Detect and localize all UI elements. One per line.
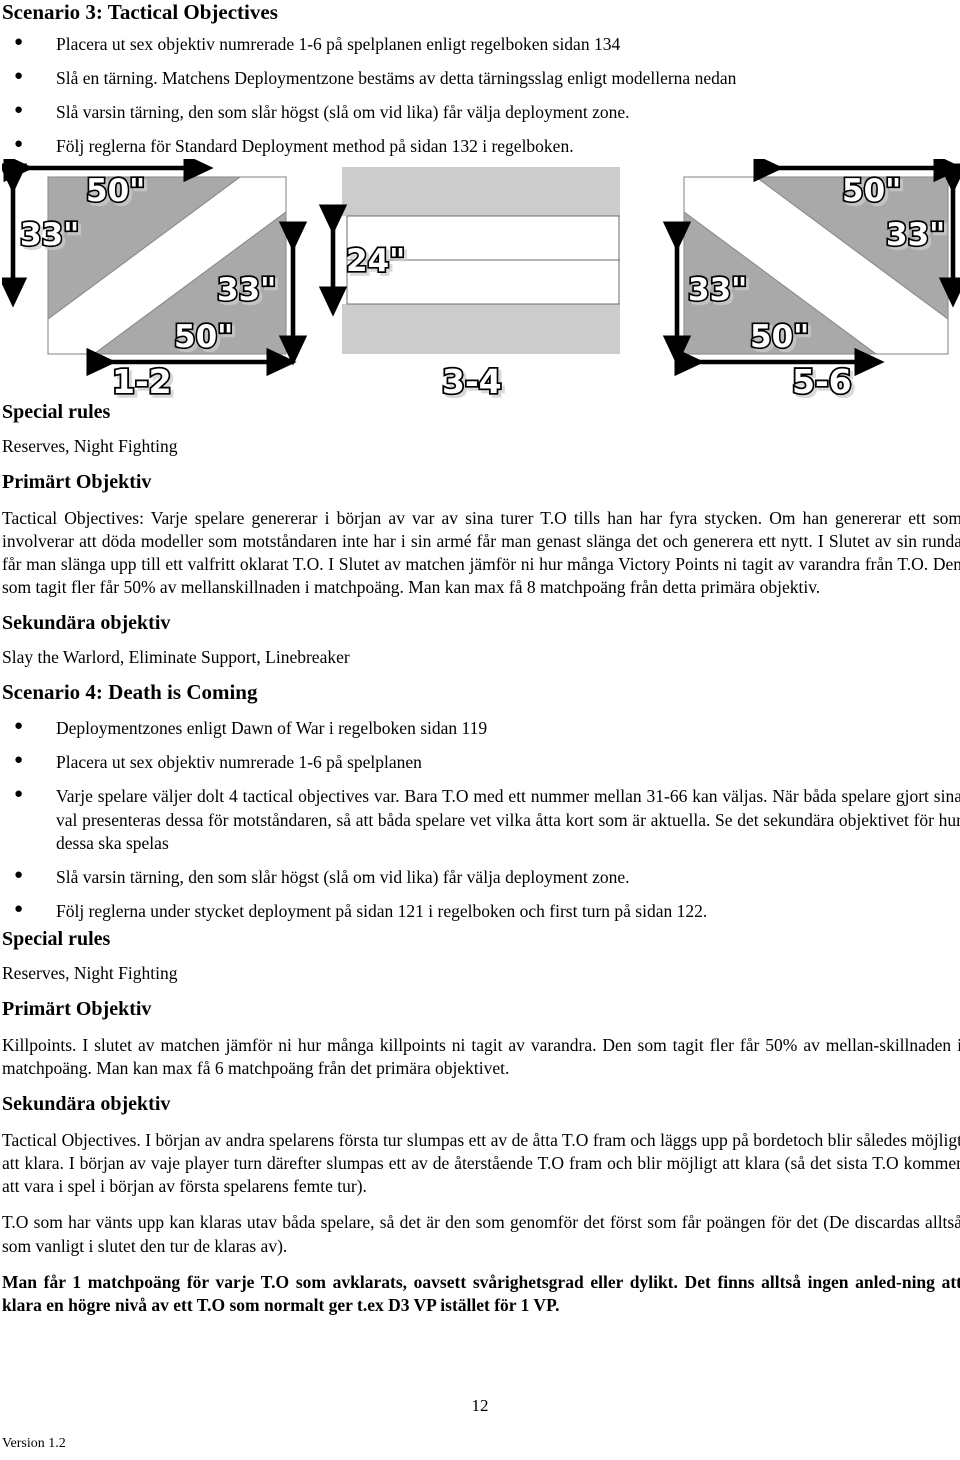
deployment-zone-diagrams: 50" 33" 33" 50" 1-2 24" 3-4 50" 33" 33" … <box>2 158 960 401</box>
list-item-label: Placera ut sex objektiv numrerade 1-6 på… <box>56 34 621 55</box>
bullet-icon: ● <box>14 786 24 803</box>
document-content: Scenario 3: Tactical Objectives ● Placer… <box>0 0 960 1317</box>
version-label: Version 1.2 <box>2 1436 66 1451</box>
dimension-label-left-height: 33" <box>688 272 747 308</box>
list-item-label: Slå varsin tärning, den som slår högst (… <box>56 866 630 887</box>
scenario4-heading: Scenario 4: Death is Coming <box>2 680 258 705</box>
page-number: 12 <box>471 1396 489 1415</box>
scenario3-heading: Scenario 3: Tactical Objectives <box>2 0 278 24</box>
bullet-icon: ● <box>14 866 24 883</box>
list-item: ● Följ reglerna för Standard Deployment … <box>2 135 960 158</box>
list-item-label: Deploymentzones enligt Dawn of War i reg… <box>56 718 488 739</box>
bullet-icon: ● <box>14 102 24 119</box>
list-item: ● Varje spelare väljer dolt 4 tactical o… <box>2 785 960 854</box>
bullet-icon: ● <box>14 136 24 153</box>
zone-caption-3-4: 3-4 <box>442 362 502 401</box>
list-item: ● Slå varsin tärning, den som slår högst… <box>2 101 960 124</box>
deployment-diagram-svg: 50" 33" 33" 50" 1-2 24" 3-4 50" 33" 33" … <box>2 158 960 401</box>
list-item-label: Varje spelare väljer dolt 4 tactical obj… <box>56 786 960 853</box>
scenario3-secondary-text: Slay the Warlord, Eliminate Support, Lin… <box>2 646 350 667</box>
dimension-label-top-width: 50" <box>842 173 901 209</box>
deployment-band-bottom <box>342 303 620 354</box>
scenario3-special-rules-heading: Special rules <box>2 400 111 423</box>
list-item-label: Placera ut sex objektiv numrerade 1-6 på… <box>56 752 422 773</box>
scenario4-special-rules-text: Reserves, Night Fighting <box>2 962 178 983</box>
list-item: ● Deploymentzones enligt Dawn of War i r… <box>2 717 960 740</box>
dimension-label-bottom-width: 50" <box>174 319 233 355</box>
page-footer: 12 Version 1.2 <box>0 1380 960 1460</box>
dimension-label-right-height: 33" <box>217 272 276 308</box>
zone-diagram-5-6: 50" 33" 33" 50" 5-6 <box>662 158 960 401</box>
zone-caption-5-6: 5-6 <box>792 362 852 401</box>
list-item: ● Slå en tärning. Matchens Deploymentzon… <box>2 67 960 90</box>
scenario4-bullet-list: ● Deploymentzones enligt Dawn of War i r… <box>2 717 960 923</box>
dimension-label-right-height: 33" <box>886 217 945 253</box>
scenario4-special-rules-heading: Special rules <box>2 927 111 950</box>
scenario4-primary-heading: Primärt Objektiv <box>2 997 152 1020</box>
bullet-icon: ● <box>14 718 24 735</box>
bullet-icon: ● <box>14 68 24 85</box>
scenario4-secondary-heading: Sekundära objektiv <box>2 1093 171 1116</box>
list-item: ● Följ reglerna under stycket deployment… <box>2 900 960 923</box>
scenario4-secondary-para-1: Tactical Objectives. I början av andra s… <box>2 1130 960 1197</box>
list-item-label: Följ reglerna för Standard Deployment me… <box>56 136 574 157</box>
scenario4-secondary-para-2: T.O som har vänts upp kan klaras utav bå… <box>2 1212 960 1256</box>
scenario3-bullet-list: ● Placera ut sex objektiv numrerade 1-6 … <box>2 33 960 158</box>
scenario3-special-rules-text: Reserves, Night Fighting <box>2 435 178 456</box>
deployment-band-top <box>342 166 620 216</box>
scenario3-primary-heading: Primärt Objektiv <box>2 470 152 493</box>
scenario3-secondary-heading: Sekundära objektiv <box>2 611 171 634</box>
dimension-label-center-gap: 24" <box>346 243 405 279</box>
list-item: ● Placera ut sex objektiv numrerade 1-6 … <box>2 751 960 774</box>
zone-diagram-1-2: 50" 33" 33" 50" 1-2 <box>2 158 308 401</box>
scenario4-secondary-para-3: Man får 1 matchpoäng för varje T.O som a… <box>2 1271 960 1315</box>
bullet-icon: ● <box>14 752 24 769</box>
list-item-label: Slå en tärning. Matchens Deploymentzone … <box>56 68 737 89</box>
dimension-label-bottom-width: 50" <box>750 319 809 355</box>
document-page: Scenario 3: Tactical Objectives ● Placer… <box>0 0 960 1460</box>
scenario3-primary-text: Tactical Objectives: Varje spelare gener… <box>2 507 960 597</box>
bullet-icon: ● <box>14 34 24 51</box>
bullet-icon: ● <box>14 900 24 917</box>
list-item: ● Placera ut sex objektiv numrerade 1-6 … <box>2 33 960 56</box>
zone-caption-1-2: 1-2 <box>112 362 172 401</box>
list-item-label: Följ reglerna under stycket deployment p… <box>56 900 708 921</box>
list-item: ● Slå varsin tärning, den som slår högst… <box>2 866 960 889</box>
dimension-label-left-height: 33" <box>20 217 79 253</box>
list-item-label: Slå varsin tärning, den som slår högst (… <box>56 102 630 123</box>
dimension-label-top-width: 50" <box>86 173 145 209</box>
zone-diagram-3-4: 24" 3-4 <box>318 166 620 401</box>
scenario4-primary-text: Killpoints. I slutet av matchen jämför n… <box>2 1034 960 1079</box>
